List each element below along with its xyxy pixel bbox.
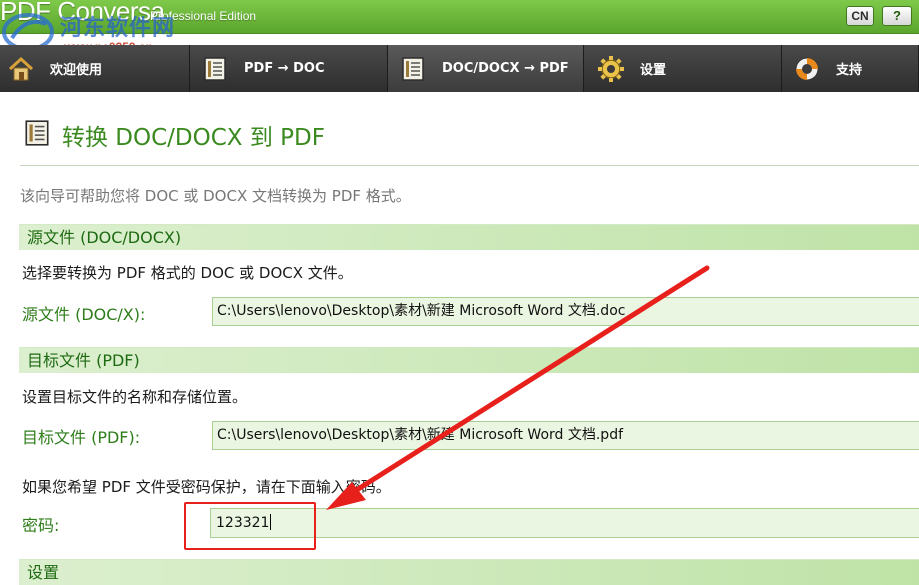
- source-file-label: 源文件 (DOC/X):: [22, 305, 146, 324]
- password-label: 密码:: [22, 516, 60, 535]
- password-description: 如果您希望 PDF 文件受密码保护，请在下面输入密码。: [22, 478, 391, 496]
- tab-settings[interactable]: 设置: [584, 45, 782, 92]
- target-description: 设置目标文件的名称和存储位置。: [22, 388, 248, 406]
- language-button[interactable]: CN: [846, 6, 874, 26]
- annotation-highlight-box: [184, 502, 316, 550]
- page-title: 转换 DOC/DOCX 到 PDF: [62, 125, 325, 151]
- tab-support[interactable]: 支持: [782, 45, 919, 92]
- document-icon: [398, 54, 428, 84]
- target-file-label: 目标文件 (PDF):: [22, 428, 141, 447]
- source-file-input[interactable]: C:\Users\lenovo\Desktop\素材\新建 Microsoft …: [212, 297, 919, 326]
- tab-pdf-to-doc-label: PDF → DOC: [244, 61, 325, 76]
- section-target: 目标文件 (PDF): [19, 347, 919, 373]
- watermark-text: 河东软件网: [60, 15, 176, 41]
- tab-doc-to-pdf[interactable]: DOC/DOCX → PDF: [388, 45, 584, 92]
- source-description: 选择要转换为 PDF 格式的 DOC 或 DOCX 文件。: [22, 264, 353, 282]
- section-source: 源文件 (DOC/DOCX): [19, 224, 919, 250]
- section-settings: 设置: [19, 559, 919, 585]
- gear-icon: [596, 54, 626, 84]
- home-icon: [6, 54, 36, 84]
- target-file-input[interactable]: C:\Users\lenovo\Desktop\素材\新建 Microsoft …: [212, 421, 919, 450]
- document-icon: [200, 54, 230, 84]
- tab-welcome[interactable]: 欢迎使用: [0, 45, 190, 92]
- intro-text: 该向导可帮助您将 DOC 或 DOCX 文档转换为 PDF 格式。: [20, 187, 411, 205]
- main-nav: 欢迎使用 PDF → DOC DOC/DOCX → PDF 设置 支持: [0, 45, 919, 92]
- document-icon: [22, 118, 52, 152]
- tab-settings-label: 设置: [640, 63, 667, 78]
- help-button[interactable]: ?: [882, 6, 912, 26]
- lifebuoy-icon: [792, 54, 822, 84]
- page-header: 转换 DOC/DOCX 到 PDF: [22, 118, 325, 152]
- tab-doc-to-pdf-label: DOC/DOCX → PDF: [442, 61, 569, 76]
- title-divider: [20, 165, 919, 166]
- tab-pdf-to-doc[interactable]: PDF → DOC: [190, 45, 388, 92]
- tab-welcome-label: 欢迎使用: [50, 63, 103, 78]
- tab-support-label: 支持: [836, 63, 863, 78]
- password-input[interactable]: 123321: [210, 508, 919, 538]
